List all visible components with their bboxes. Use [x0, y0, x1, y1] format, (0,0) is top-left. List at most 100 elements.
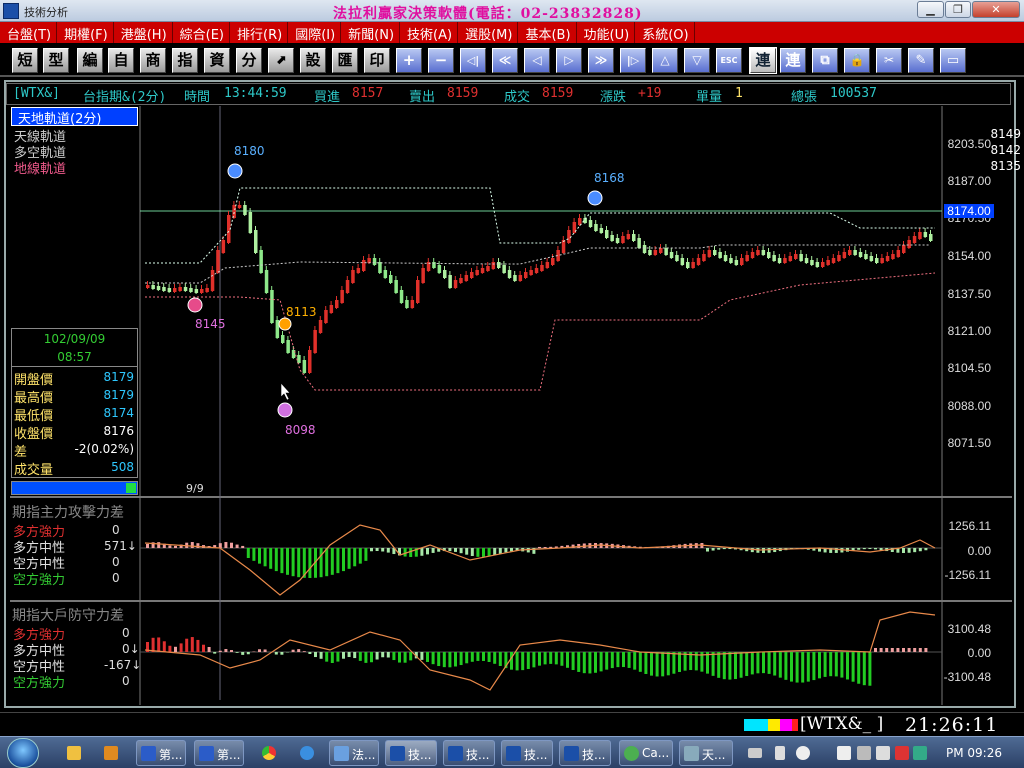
panel2-bar [465, 652, 469, 664]
panel2-bar [745, 652, 749, 677]
panel2-bar [392, 652, 396, 661]
panel2-bar [448, 652, 452, 668]
panel1-bar [476, 548, 480, 557]
panel2-bar [672, 652, 676, 674]
ie-icon[interactable] [300, 746, 314, 760]
current-price-badge: 8174.00 [944, 204, 994, 218]
candle-body [340, 290, 344, 303]
panel1-neutral-long-value: 571↓ [104, 539, 137, 553]
question-icon[interactable] [796, 746, 810, 760]
candle-body [761, 250, 766, 255]
volume-icon[interactable] [876, 746, 890, 760]
taskbar-item[interactable]: 技... [559, 740, 611, 766]
panel2-bar [722, 652, 726, 680]
network-icon[interactable] [857, 746, 871, 760]
panel2-bar [291, 649, 295, 652]
candle-body [680, 258, 685, 265]
candle-body [502, 265, 506, 273]
status-color-chip [768, 719, 780, 731]
candle-body [918, 232, 922, 239]
candle-body [200, 289, 204, 293]
candle-body [610, 235, 614, 241]
candle-body [162, 287, 166, 291]
candle-body [848, 250, 852, 255]
panel2-bar [594, 652, 597, 673]
panel1-bar [291, 548, 295, 577]
panel2-bar [577, 652, 581, 672]
panel2-bar [857, 652, 861, 684]
candle-body [437, 265, 442, 273]
candle-body [718, 252, 722, 258]
shield-icon[interactable] [895, 746, 909, 760]
candle-body [626, 234, 631, 239]
panel2-bar [403, 652, 407, 663]
candle-body [686, 262, 690, 268]
panel2-bar [442, 652, 446, 668]
candle-body [470, 272, 474, 278]
status-bar: [WTX&_ ] 21:26:11 [0, 712, 1024, 736]
candle-body [362, 260, 366, 271]
candle-body [902, 245, 906, 253]
taskbar-item[interactable]: 第... [136, 740, 186, 766]
panel2-bar [918, 648, 922, 652]
media-icon[interactable] [104, 746, 118, 760]
chrome-icon[interactable] [262, 746, 276, 760]
panel2-bar [202, 644, 205, 652]
panel1-bar [364, 548, 368, 561]
panel1-bar [353, 548, 357, 567]
panel2-bar [773, 652, 777, 676]
panel2-bar [890, 648, 894, 652]
candle-body [308, 350, 312, 373]
panel1-bar [381, 548, 385, 552]
candle-body [248, 212, 253, 233]
taskbar-item-active[interactable]: 技... [385, 740, 437, 766]
panel2-bar [353, 652, 357, 659]
drive-icon[interactable] [913, 746, 927, 760]
chart-grid [10, 106, 1012, 705]
taskbar-item[interactable]: 法... [329, 740, 379, 766]
candle-body [853, 250, 857, 255]
candle-body [416, 280, 420, 303]
candle-body [729, 258, 733, 263]
candle-body [329, 305, 334, 313]
candle-body [286, 340, 290, 353]
candle-body [524, 272, 528, 278]
panel2-bar [790, 652, 793, 682]
candle-body [399, 290, 404, 303]
panel2-bar [571, 652, 575, 671]
panel2-bar [627, 652, 631, 668]
candle-body [178, 287, 182, 291]
panel2-bar [398, 652, 401, 663]
panel2-bar [151, 637, 155, 652]
taskbar-item[interactable]: Ca... [619, 740, 673, 766]
candle-body [345, 280, 350, 293]
candle-body [642, 245, 647, 253]
flag-icon[interactable] [837, 746, 851, 760]
panel2-bar [426, 652, 429, 662]
chart-app-icon [448, 746, 463, 761]
explorer-icon[interactable] [67, 746, 81, 760]
arrow-icon[interactable] [775, 746, 785, 760]
panel2-neutral-short-value: -167↓ [104, 658, 142, 672]
taskbar-item[interactable]: 技... [443, 740, 495, 766]
panel2-bar [739, 652, 743, 678]
candle-body [313, 330, 317, 353]
panel2-bar [829, 652, 833, 677]
candle-body [826, 260, 830, 265]
keyboard-icon[interactable] [748, 748, 762, 758]
panel1-bar [246, 548, 250, 558]
panel1-bar [168, 545, 172, 548]
taskbar-item[interactable]: 第... [194, 740, 244, 766]
candle-body [335, 300, 339, 308]
panel2-bar [902, 648, 905, 652]
start-button[interactable] [7, 738, 39, 768]
signal-marker-icon [278, 317, 292, 331]
app-icon [334, 746, 349, 761]
candle-body [372, 258, 377, 265]
candle-body [875, 258, 879, 263]
taskbar-item[interactable]: 技... [501, 740, 553, 766]
candle-body [324, 310, 328, 323]
taskbar-item[interactable]: 天... [679, 740, 733, 766]
annotation-8168: 8168 [594, 171, 625, 185]
candle-body [896, 250, 901, 257]
